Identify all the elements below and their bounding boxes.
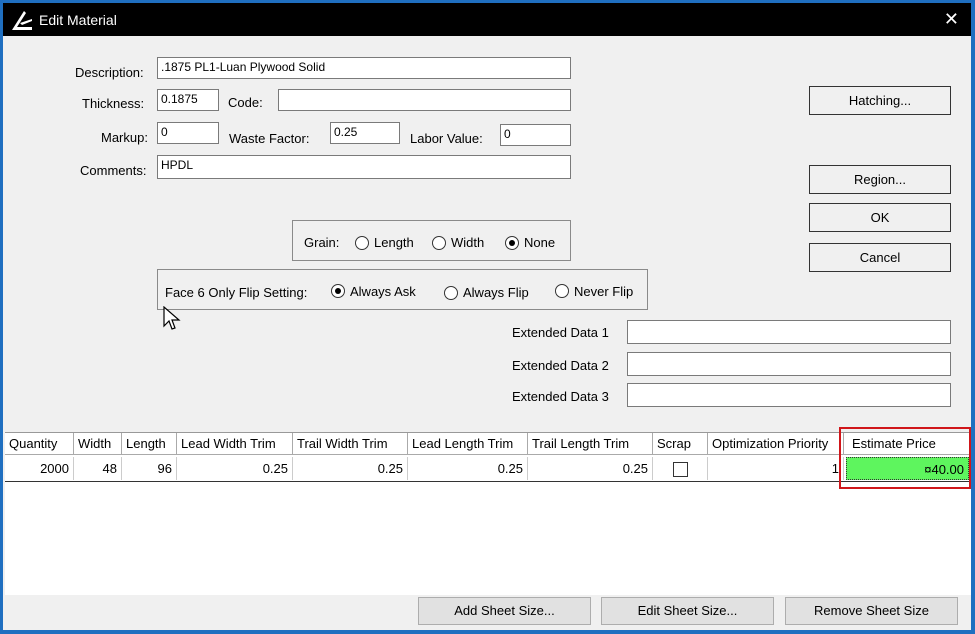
labor-value-field[interactable]: 0	[500, 124, 571, 146]
edit-material-dialog: Edit Material ✕ Description: .1875 PL1-L…	[3, 3, 971, 630]
comments-field[interactable]: HPDL	[157, 155, 571, 179]
add-sheet-size-button[interactable]: Add Sheet Size...	[418, 597, 591, 625]
flip-setting-label: Face 6 Only Flip Setting:	[165, 285, 308, 300]
sheet-size-table: Quantity Width Length Lead Width Trim Tr…	[5, 432, 971, 595]
column-header-lead-length-trim[interactable]: Lead Length Trim	[408, 433, 528, 455]
column-header-optimization-priority[interactable]: Optimization Priority	[708, 433, 844, 455]
cell-quantity[interactable]: 2000	[5, 457, 74, 480]
remove-sheet-size-button[interactable]: Remove Sheet Size	[785, 597, 958, 625]
ok-button[interactable]: OK	[809, 203, 951, 232]
row-divider	[5, 481, 971, 482]
grain-group: Grain: Length Width None	[292, 220, 571, 261]
markup-label: Markup:	[101, 130, 148, 145]
waste-factor-label: Waste Factor:	[229, 131, 310, 146]
never-flip-radio[interactable]	[555, 284, 569, 298]
thickness-field[interactable]: 0.1875	[157, 89, 219, 111]
markup-field[interactable]: 0	[157, 122, 219, 144]
comments-label: Comments:	[80, 163, 147, 178]
grain-width-label: Width	[451, 235, 485, 250]
always-ask-radio[interactable]	[331, 284, 345, 298]
grain-length-label: Length	[374, 235, 414, 250]
extended-data-1-field[interactable]	[627, 320, 951, 344]
code-label: Code:	[228, 95, 263, 110]
cell-lead-length-trim[interactable]: 0.25	[408, 457, 528, 480]
grain-none-label: None	[524, 235, 556, 250]
cell-length[interactable]: 96	[122, 457, 177, 480]
cancel-button[interactable]: Cancel	[809, 243, 951, 272]
flip-setting-group: Face 6 Only Flip Setting: Always Ask Alw…	[157, 269, 648, 310]
description-label: Description:	[75, 65, 144, 80]
cell-trail-width-trim[interactable]: 0.25	[293, 457, 408, 480]
always-ask-label: Always Ask	[350, 284, 416, 299]
hatching-button[interactable]: Hatching...	[809, 86, 951, 115]
cell-lead-width-trim[interactable]: 0.25	[177, 457, 293, 480]
cell-width[interactable]: 48	[74, 457, 122, 480]
never-flip-label: Never Flip	[574, 284, 634, 299]
annotation-highlight-box	[839, 427, 971, 489]
grain-none-radio[interactable]	[505, 236, 519, 250]
grain-label: Grain:	[304, 235, 340, 250]
column-header-trail-width-trim[interactable]: Trail Width Trim	[293, 433, 408, 455]
grain-length-radio[interactable]	[355, 236, 369, 250]
column-header-scrap[interactable]: Scrap	[653, 433, 708, 455]
cell-trail-length-trim[interactable]: 0.25	[528, 457, 653, 480]
always-flip-label: Always Flip	[463, 285, 529, 300]
close-icon[interactable]: ✕	[944, 9, 959, 30]
code-field[interactable]	[278, 89, 571, 111]
thickness-label: Thickness:	[82, 96, 145, 111]
column-header-lead-width-trim[interactable]: Lead Width Trim	[177, 433, 293, 455]
waste-factor-field[interactable]: 0.25	[330, 122, 400, 144]
column-header-trail-length-trim[interactable]: Trail Length Trim	[528, 433, 653, 455]
extended-data-2-field[interactable]	[627, 352, 951, 376]
window-title: Edit Material	[39, 12, 117, 28]
cell-scrap	[653, 457, 708, 480]
column-header-quantity[interactable]: Quantity	[5, 433, 74, 455]
title-bar: Edit Material ✕	[3, 3, 971, 36]
labor-value-label: Labor Value:	[410, 131, 483, 146]
extended-data-1-label: Extended Data 1	[512, 325, 609, 340]
always-flip-radio[interactable]	[444, 286, 458, 300]
extended-data-3-label: Extended Data 3	[512, 389, 609, 404]
extended-data-2-label: Extended Data 2	[512, 358, 609, 373]
scrap-checkbox[interactable]	[672, 462, 688, 478]
description-field[interactable]: .1875 PL1-Luan Plywood Solid	[157, 57, 571, 79]
edit-sheet-size-button[interactable]: Edit Sheet Size...	[601, 597, 774, 625]
column-header-length[interactable]: Length	[122, 433, 177, 455]
grain-width-radio[interactable]	[432, 236, 446, 250]
region-button[interactable]: Region...	[809, 165, 951, 194]
cell-optimization-priority[interactable]: 1	[708, 457, 844, 480]
column-header-width[interactable]: Width	[74, 433, 122, 455]
app-logo-icon	[12, 11, 32, 30]
extended-data-3-field[interactable]	[627, 383, 951, 407]
mouse-cursor-icon	[163, 306, 181, 330]
